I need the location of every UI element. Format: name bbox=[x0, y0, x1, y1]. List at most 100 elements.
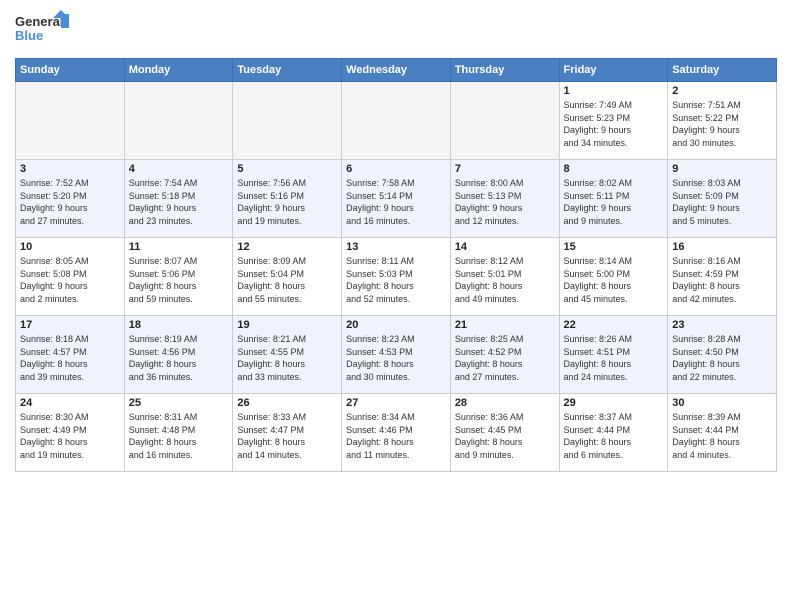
day-info: Sunrise: 8:26 AM Sunset: 4:51 PM Dayligh… bbox=[564, 333, 664, 383]
page: General Blue SundayMondayTuesdayWednesda… bbox=[0, 0, 792, 612]
day-info: Sunrise: 7:56 AM Sunset: 5:16 PM Dayligh… bbox=[237, 177, 337, 227]
weekday-header-sunday: Sunday bbox=[16, 59, 125, 82]
day-number: 24 bbox=[20, 397, 120, 409]
day-info: Sunrise: 8:33 AM Sunset: 4:47 PM Dayligh… bbox=[237, 411, 337, 461]
logo-svg: General Blue bbox=[15, 10, 70, 50]
calendar-cell: 24Sunrise: 8:30 AM Sunset: 4:49 PM Dayli… bbox=[16, 394, 125, 472]
day-number: 27 bbox=[346, 397, 446, 409]
day-info: Sunrise: 7:58 AM Sunset: 5:14 PM Dayligh… bbox=[346, 177, 446, 227]
calendar-cell bbox=[124, 82, 233, 160]
weekday-header-monday: Monday bbox=[124, 59, 233, 82]
day-info: Sunrise: 8:02 AM Sunset: 5:11 PM Dayligh… bbox=[564, 177, 664, 227]
calendar-cell: 30 Sunrise: 8:39 AM Sunset: 4:44 PM Dayli… bbox=[668, 394, 777, 472]
calendar-cell: 13 Sunrise: 8:11 AM Sunset: 5:03 PM Dayli… bbox=[342, 238, 451, 316]
day-number: 19 bbox=[237, 319, 337, 331]
weekday-header-thursday: Thursday bbox=[450, 59, 559, 82]
weekday-header-friday: Friday bbox=[559, 59, 668, 82]
week-row-4: 17 Sunrise: 8:18 AM Sunset: 4:57 PM Dayli… bbox=[16, 316, 777, 394]
day-number: 20 bbox=[346, 319, 446, 331]
day-info: Sunrise: 8:28 AM Sunset: 4:50 PM Dayligh… bbox=[672, 333, 772, 383]
day-info: Sunrise: 8:21 AM Sunset: 4:55 PM Dayligh… bbox=[237, 333, 337, 383]
day-number: 5 bbox=[237, 163, 337, 175]
day-number: 4 bbox=[129, 163, 229, 175]
day-info: Sunrise: 8:05 AM Sunset: 5:08 PM Dayligh… bbox=[20, 255, 120, 305]
day-number: 17 bbox=[20, 319, 120, 331]
day-number: 6 bbox=[346, 163, 446, 175]
calendar-cell: 18Sunrise: 8:19 AM Sunset: 4:56 PM Dayli… bbox=[124, 316, 233, 394]
calendar-cell: 20Sunrise: 8:23 AM Sunset: 4:53 PM Dayli… bbox=[342, 316, 451, 394]
day-number: 10 bbox=[20, 241, 120, 253]
day-number: 26 bbox=[237, 397, 337, 409]
day-number: 1 bbox=[564, 85, 664, 97]
calendar-table: SundayMondayTuesdayWednesdayThursdayFrid… bbox=[15, 58, 777, 472]
day-info: Sunrise: 8:00 AM Sunset: 5:13 PM Dayligh… bbox=[455, 177, 555, 227]
calendar-cell: 22 Sunrise: 8:26 AM Sunset: 4:51 PM Dayli… bbox=[559, 316, 668, 394]
day-number: 23 bbox=[672, 319, 772, 331]
day-info: Sunrise: 8:37 AM Sunset: 4:44 PM Dayligh… bbox=[564, 411, 664, 461]
calendar-header: SundayMondayTuesdayWednesdayThursdayFrid… bbox=[16, 59, 777, 82]
day-number: 29 bbox=[564, 397, 664, 409]
day-info: Sunrise: 8:39 AM Sunset: 4:44 PM Dayligh… bbox=[672, 411, 772, 461]
day-info: Sunrise: 8:12 AM Sunset: 5:01 PM Dayligh… bbox=[455, 255, 555, 305]
day-number: 22 bbox=[564, 319, 664, 331]
weekday-header-tuesday: Tuesday bbox=[233, 59, 342, 82]
calendar-cell: 29 Sunrise: 8:37 AM Sunset: 4:44 PM Dayli… bbox=[559, 394, 668, 472]
week-row-2: 3Sunrise: 7:52 AM Sunset: 5:20 PM Daylig… bbox=[16, 160, 777, 238]
calendar-cell: 26 Sunrise: 8:33 AM Sunset: 4:47 PM Dayli… bbox=[233, 394, 342, 472]
calendar-cell: 11Sunrise: 8:07 AM Sunset: 5:06 PM Dayli… bbox=[124, 238, 233, 316]
day-info: Sunrise: 8:09 AM Sunset: 5:04 PM Dayligh… bbox=[237, 255, 337, 305]
week-row-3: 10 Sunrise: 8:05 AM Sunset: 5:08 PM Dayli… bbox=[16, 238, 777, 316]
calendar-cell: 17 Sunrise: 8:18 AM Sunset: 4:57 PM Dayli… bbox=[16, 316, 125, 394]
calendar-cell: 14 Sunrise: 8:12 AM Sunset: 5:01 PM Dayli… bbox=[450, 238, 559, 316]
calendar-cell: 16 Sunrise: 8:16 AM Sunset: 4:59 PM Dayli… bbox=[668, 238, 777, 316]
calendar-cell: 5 Sunrise: 7:56 AM Sunset: 5:16 PM Daylig… bbox=[233, 160, 342, 238]
calendar-cell: 10 Sunrise: 8:05 AM Sunset: 5:08 PM Dayli… bbox=[16, 238, 125, 316]
day-number: 30 bbox=[672, 397, 772, 409]
weekday-header-row: SundayMondayTuesdayWednesdayThursdayFrid… bbox=[16, 59, 777, 82]
calendar-cell: 6 Sunrise: 7:58 AM Sunset: 5:14 PM Daylig… bbox=[342, 160, 451, 238]
day-info: Sunrise: 8:19 AM Sunset: 4:56 PM Dayligh… bbox=[129, 333, 229, 383]
calendar-cell: 25Sunrise: 8:31 AM Sunset: 4:48 PM Dayli… bbox=[124, 394, 233, 472]
calendar-cell: 8 Sunrise: 8:02 AM Sunset: 5:11 PM Daylig… bbox=[559, 160, 668, 238]
day-info: Sunrise: 8:03 AM Sunset: 5:09 PM Dayligh… bbox=[672, 177, 772, 227]
day-number: 9 bbox=[672, 163, 772, 175]
calendar-cell: 3Sunrise: 7:52 AM Sunset: 5:20 PM Daylig… bbox=[16, 160, 125, 238]
day-number: 21 bbox=[455, 319, 555, 331]
calendar-cell: 7 Sunrise: 8:00 AM Sunset: 5:13 PM Daylig… bbox=[450, 160, 559, 238]
day-info: Sunrise: 8:14 AM Sunset: 5:00 PM Dayligh… bbox=[564, 255, 664, 305]
calendar-cell bbox=[16, 82, 125, 160]
calendar-cell: 21 Sunrise: 8:25 AM Sunset: 4:52 PM Dayli… bbox=[450, 316, 559, 394]
day-number: 2 bbox=[672, 85, 772, 97]
day-number: 15 bbox=[564, 241, 664, 253]
day-number: 8 bbox=[564, 163, 664, 175]
day-number: 14 bbox=[455, 241, 555, 253]
day-number: 25 bbox=[129, 397, 229, 409]
day-info: Sunrise: 8:25 AM Sunset: 4:52 PM Dayligh… bbox=[455, 333, 555, 383]
weekday-header-wednesday: Wednesday bbox=[342, 59, 451, 82]
calendar-cell: 27Sunrise: 8:34 AM Sunset: 4:46 PM Dayli… bbox=[342, 394, 451, 472]
calendar-cell bbox=[450, 82, 559, 160]
day-number: 12 bbox=[237, 241, 337, 253]
calendar-cell bbox=[233, 82, 342, 160]
day-number: 3 bbox=[20, 163, 120, 175]
day-info: Sunrise: 8:36 AM Sunset: 4:45 PM Dayligh… bbox=[455, 411, 555, 461]
day-info: Sunrise: 8:18 AM Sunset: 4:57 PM Dayligh… bbox=[20, 333, 120, 383]
logo: General Blue bbox=[15, 10, 70, 50]
day-number: 7 bbox=[455, 163, 555, 175]
day-info: Sunrise: 8:11 AM Sunset: 5:03 PM Dayligh… bbox=[346, 255, 446, 305]
day-info: Sunrise: 7:49 AM Sunset: 5:23 PM Dayligh… bbox=[564, 99, 664, 149]
day-number: 28 bbox=[455, 397, 555, 409]
day-number: 16 bbox=[672, 241, 772, 253]
weekday-header-saturday: Saturday bbox=[668, 59, 777, 82]
day-info: Sunrise: 7:51 AM Sunset: 5:22 PM Dayligh… bbox=[672, 99, 772, 149]
week-row-1: 1 Sunrise: 7:49 AM Sunset: 5:23 PM Daylig… bbox=[16, 82, 777, 160]
svg-text:Blue: Blue bbox=[15, 28, 43, 43]
calendar-cell: 4Sunrise: 7:54 AM Sunset: 5:18 PM Daylig… bbox=[124, 160, 233, 238]
day-info: Sunrise: 8:16 AM Sunset: 4:59 PM Dayligh… bbox=[672, 255, 772, 305]
calendar-body: 1 Sunrise: 7:49 AM Sunset: 5:23 PM Daylig… bbox=[16, 82, 777, 472]
calendar-cell: 19 Sunrise: 8:21 AM Sunset: 4:55 PM Dayli… bbox=[233, 316, 342, 394]
calendar-cell bbox=[342, 82, 451, 160]
calendar-cell: 28 Sunrise: 8:36 AM Sunset: 4:45 PM Dayli… bbox=[450, 394, 559, 472]
day-number: 13 bbox=[346, 241, 446, 253]
day-number: 11 bbox=[129, 241, 229, 253]
